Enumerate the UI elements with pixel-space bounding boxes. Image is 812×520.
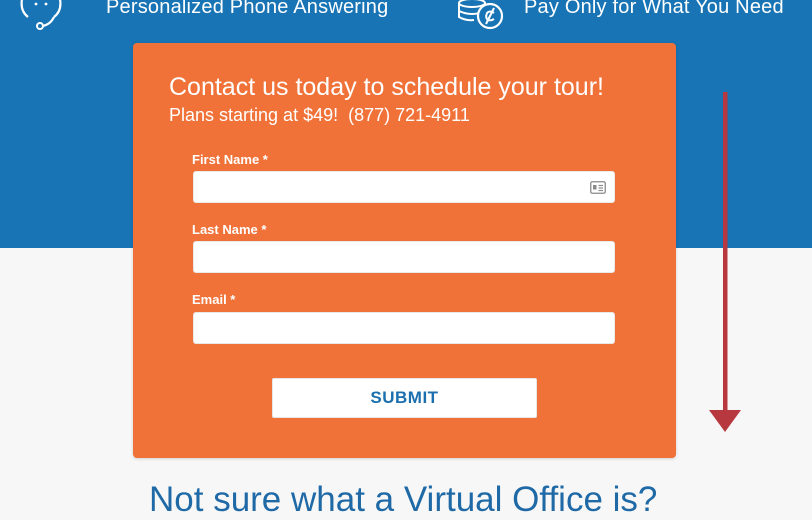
feature-pay-only: Pay Only for What You Need xyxy=(452,0,784,32)
first-name-field[interactable] xyxy=(193,171,615,203)
scroll-down-arrow-icon xyxy=(709,92,741,432)
form-subtitle: Plans starting at $49! (877) 721-4911 xyxy=(169,105,470,126)
section-heading: Not sure what a Virtual Office is? xyxy=(149,480,658,519)
phone-number[interactable]: (877) 721-4911 xyxy=(348,105,470,125)
email-label: Email * xyxy=(192,292,236,307)
contact-card-icon[interactable] xyxy=(590,181,606,194)
form-title: Contact us today to schedule your tour! xyxy=(169,73,604,101)
plans-text: Plans starting at $49! xyxy=(169,105,339,125)
contact-form-card: Contact us today to schedule your tour! … xyxy=(133,43,676,458)
first-name-label: First Name * xyxy=(192,152,268,167)
last-name-input[interactable] xyxy=(194,242,614,272)
headset-icon xyxy=(14,0,68,33)
coins-icon xyxy=(452,0,506,33)
feature-phone-answering: Personalized Phone Answering xyxy=(14,0,388,32)
last-name-field[interactable] xyxy=(193,241,615,273)
first-name-input[interactable] xyxy=(194,172,614,202)
email-input[interactable] xyxy=(194,313,614,343)
submit-button[interactable]: SUBMIT xyxy=(272,378,537,418)
last-name-label: Last Name * xyxy=(192,222,267,237)
feature-label: Personalized Phone Answering xyxy=(106,0,389,18)
email-field[interactable] xyxy=(193,312,615,344)
feature-label: Pay Only for What You Need xyxy=(524,0,784,18)
